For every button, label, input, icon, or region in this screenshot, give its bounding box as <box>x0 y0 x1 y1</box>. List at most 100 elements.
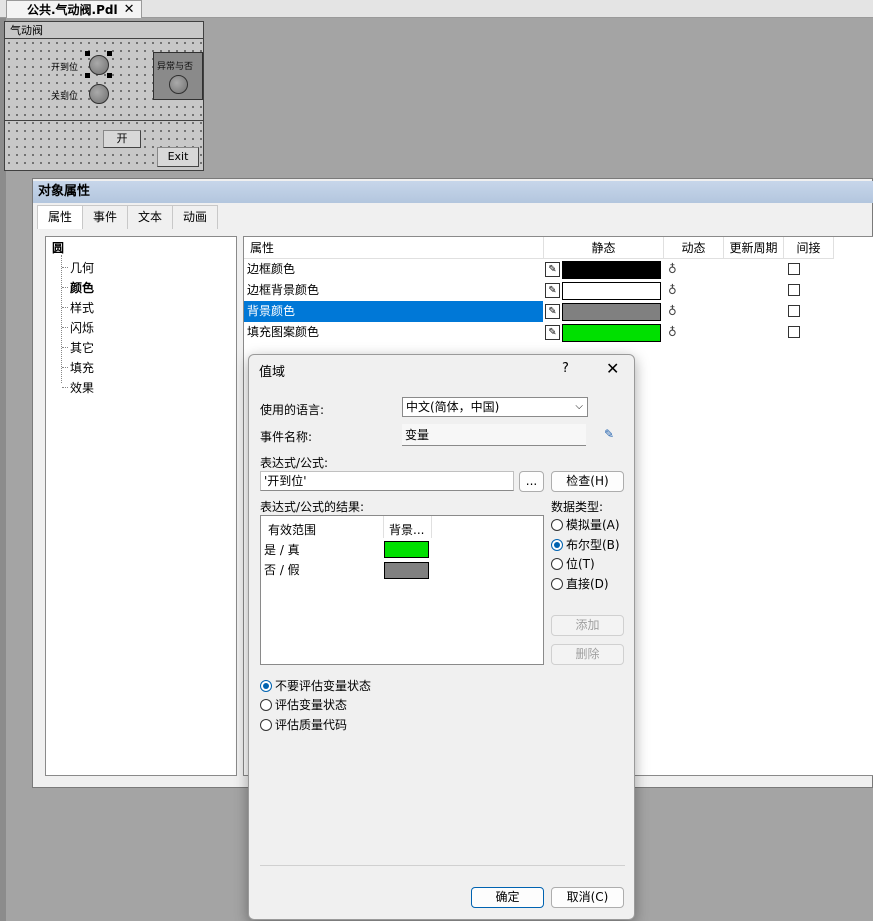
browse-button[interactable]: ... <box>519 471 544 492</box>
value-range-dialog: 值域 ? ✕ 使用的语言: 中文(简体，中国) ⌵ 事件名称: 变量 ✎ 表达式… <box>248 354 635 920</box>
add-button[interactable]: 添加 <box>551 615 624 636</box>
result-range-false[interactable]: 否 / 假 <box>264 561 300 578</box>
radio-label: 位(T) <box>566 557 595 571</box>
color-picker-icon[interactable]: ✎ <box>545 325 560 340</box>
dialog-title: 值域 <box>259 365 286 380</box>
property-name: 填充图案颜色 <box>247 325 320 339</box>
open-label: 开到位 <box>51 63 79 73</box>
dialog-divider <box>260 865 625 866</box>
close-icon[interactable]: ✕ <box>606 359 619 378</box>
valve-faceplate[interactable]: 气动阀 开到位 关到位 异常与否 开 Exit <box>4 21 204 171</box>
color-swatch[interactable] <box>562 324 661 342</box>
indirect-checkbox[interactable] <box>788 263 800 275</box>
variable-select-icon[interactable]: ✎ <box>604 427 614 441</box>
fault-indicator[interactable]: 异常与否 <box>153 52 203 100</box>
expression-input[interactable]: '开到位' <box>260 471 514 491</box>
result-label: 表达式/公式的结果: <box>260 500 365 514</box>
property-row[interactable]: 填充图案颜色 ✎ ♁ <box>244 322 873 343</box>
radio-indicator <box>551 557 563 570</box>
color-swatch[interactable] <box>562 261 661 279</box>
event-name-field: 变量 <box>402 424 586 446</box>
language-label: 使用的语言: <box>260 403 325 417</box>
color-swatch[interactable] <box>562 282 661 300</box>
eval-radio-none[interactable]: 不要评估变量状态 <box>260 677 371 694</box>
tree-item-style[interactable]: 样式 <box>61 299 94 316</box>
language-value: 中文(简体，中国) <box>406 400 500 414</box>
result-range-true[interactable]: 是 / 真 <box>264 541 300 558</box>
panel-title: 对象属性 <box>33 181 873 203</box>
radio-label: 布尔型(B) <box>566 538 620 552</box>
tree-item-geometry[interactable]: 几何 <box>61 259 94 276</box>
color-picker-icon[interactable]: ✎ <box>545 262 560 277</box>
tab-properties[interactable]: 属性 <box>37 205 84 229</box>
datatype-radio-analog[interactable]: 模拟量(A) <box>551 516 620 533</box>
tree-root[interactable]: 圆 <box>52 239 64 256</box>
datatype-radio-direct[interactable]: 直接(D) <box>551 575 609 592</box>
ok-button[interactable]: 确定 <box>471 887 544 908</box>
radio-label: 直接(D) <box>566 577 609 591</box>
radio-label: 评估质量代码 <box>275 718 348 732</box>
column-header-indirect: 间接 <box>784 237 834 259</box>
closed-lamp[interactable] <box>89 84 109 104</box>
language-select[interactable]: 中文(简体，中国) ⌵ <box>402 397 588 417</box>
column-header-static: 静态 <box>544 237 664 259</box>
check-button[interactable]: 检查(H) <box>551 471 624 492</box>
result-color-swatch[interactable] <box>384 562 429 579</box>
bulb-icon[interactable]: ♁ <box>668 283 677 297</box>
eval-radio-status[interactable]: 评估变量状态 <box>260 696 347 713</box>
color-picker-icon[interactable]: ✎ <box>545 283 560 298</box>
tab-text[interactable]: 文本 <box>127 205 174 229</box>
open-lamp[interactable] <box>89 55 109 75</box>
tree-item-colors[interactable]: 颜色 <box>61 279 94 296</box>
property-row[interactable]: 边框颜色 ✎ ♁ <box>244 259 873 280</box>
faceplate-divider <box>5 120 203 121</box>
tab-events[interactable]: 事件 <box>82 205 129 229</box>
tree-item-flashing[interactable]: 闪烁 <box>61 319 94 336</box>
datatype-radio-bool[interactable]: 布尔型(B) <box>551 536 620 553</box>
color-picker-icon[interactable]: ✎ <box>545 304 560 319</box>
indirect-checkbox[interactable] <box>788 326 800 338</box>
radio-indicator <box>551 518 563 531</box>
color-swatch[interactable] <box>562 303 661 321</box>
column-header-update-cycle: 更新周期 <box>724 237 784 259</box>
fault-lamp <box>169 75 188 94</box>
cancel-button[interactable]: 取消(C) <box>551 887 624 908</box>
property-row[interactable]: 背景颜色 ✎ ♁ <box>244 301 873 322</box>
tree-item-fill[interactable]: 填充 <box>61 359 94 376</box>
indirect-checkbox[interactable] <box>788 284 800 296</box>
selection-handle[interactable] <box>107 51 112 56</box>
bulb-icon[interactable]: ♁ <box>668 304 677 318</box>
property-row[interactable]: 边框背景颜色 ✎ ♁ <box>244 280 873 301</box>
tree-item-effects[interactable]: 效果 <box>61 379 94 396</box>
document-tab[interactable]: 公共.气动阀.Pdl ✕ <box>6 0 142 18</box>
radio-indicator <box>551 538 563 551</box>
column-header-dynamic: 动态 <box>664 237 724 259</box>
tab-animation[interactable]: 动画 <box>172 205 219 229</box>
radio-label: 不要评估变量状态 <box>275 679 372 693</box>
selection-handle[interactable] <box>107 73 112 78</box>
bulb-icon[interactable]: ♁ <box>668 262 677 276</box>
column-divider <box>383 516 384 538</box>
tree-item-other[interactable]: 其它 <box>61 339 94 356</box>
result-column-background: 背景... <box>389 523 425 537</box>
open-button[interactable]: 开 <box>103 130 141 148</box>
close-icon[interactable]: ✕ <box>124 2 135 17</box>
radio-indicator <box>260 698 272 711</box>
exit-button[interactable]: Exit <box>157 147 199 167</box>
document-tab-title: 公共.气动阀.Pdl <box>27 3 118 17</box>
bulb-icon[interactable]: ♁ <box>668 325 677 339</box>
eval-radio-quality[interactable]: 评估质量代码 <box>260 716 347 733</box>
closed-label: 关到位 <box>51 92 79 102</box>
result-color-swatch[interactable] <box>384 541 429 558</box>
radio-indicator <box>551 577 563 590</box>
delete-button[interactable]: 删除 <box>551 644 624 665</box>
datatype-label: 数据类型: <box>551 500 604 514</box>
property-name: 边框背景颜色 <box>247 283 320 297</box>
help-icon[interactable]: ? <box>562 361 569 376</box>
indirect-checkbox[interactable] <box>788 305 800 317</box>
selection-handle[interactable] <box>85 51 90 56</box>
selection-handle[interactable] <box>85 73 90 78</box>
radio-indicator <box>260 679 272 692</box>
column-header-property: 属性 <box>244 237 544 259</box>
datatype-radio-bit[interactable]: 位(T) <box>551 555 595 572</box>
